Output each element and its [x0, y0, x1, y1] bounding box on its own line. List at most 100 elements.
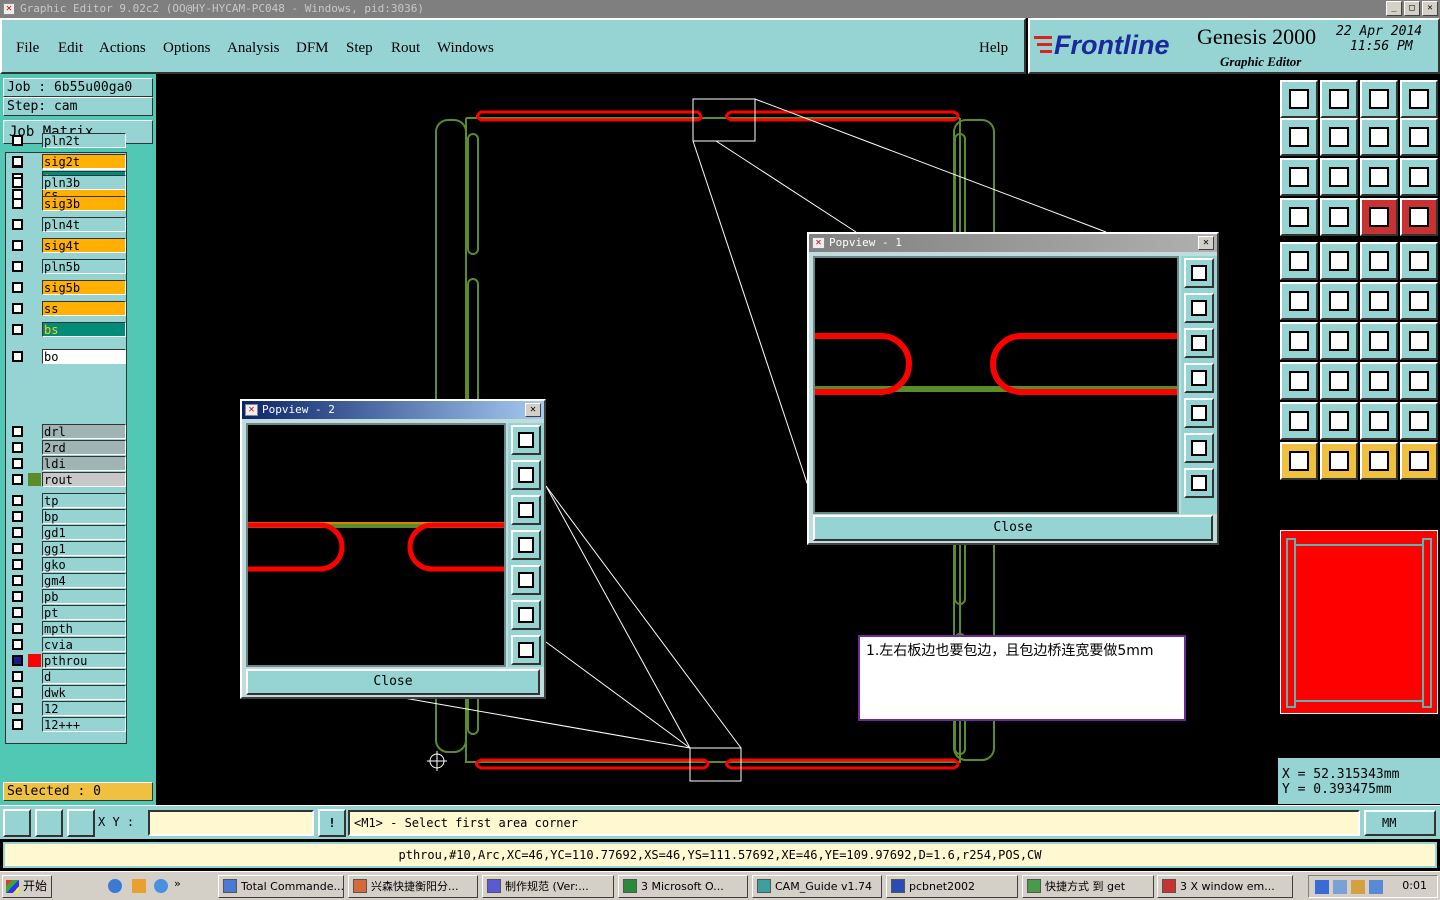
layer-color-swatch[interactable] — [28, 441, 41, 454]
tool-button-3-1-icon[interactable] — [1320, 198, 1358, 236]
popview-tool-icon[interactable] — [1184, 258, 1214, 288]
layer-checkbox[interactable] — [12, 261, 23, 272]
taskbar-item[interactable]: pcbnet2002 — [886, 875, 1018, 898]
menu-options[interactable]: Options — [163, 40, 211, 57]
layer-color-swatch[interactable] — [28, 590, 41, 603]
layer-name[interactable]: pb — [42, 589, 126, 604]
layer-checkbox[interactable] — [12, 198, 23, 209]
popview-1-window[interactable]: ✕ Popview - 1 ✕ Close — [807, 232, 1219, 545]
menu-actions[interactable]: Actions — [99, 40, 146, 57]
layer-color-swatch[interactable] — [28, 473, 41, 486]
tool-button-7-2-icon[interactable] — [1360, 362, 1398, 400]
quicklaunch-icon[interactable] — [58, 877, 88, 896]
layer-checkbox[interactable] — [12, 495, 23, 506]
layer-checkbox[interactable] — [12, 559, 23, 570]
layer-row[interactable]: pln4t — [8, 217, 126, 232]
layer-name[interactable]: cvia — [42, 637, 126, 652]
layer-row[interactable]: mpth — [8, 621, 126, 636]
layer-checkbox[interactable] — [12, 474, 23, 485]
layer-checkbox[interactable] — [12, 607, 23, 618]
tool-button-1-2-icon[interactable] — [1360, 118, 1398, 156]
units-selector[interactable]: MM — [1364, 810, 1436, 836]
layer-name[interactable]: pt — [42, 605, 126, 620]
layer-checkbox[interactable] — [12, 543, 23, 554]
layer-color-swatch[interactable] — [28, 323, 41, 336]
layer-name[interactable]: d — [42, 669, 126, 684]
tool-button-3-3-icon[interactable] — [1400, 198, 1438, 236]
tool-button-8-1-icon[interactable] — [1320, 402, 1358, 440]
popview-tool-icon[interactable] — [511, 495, 541, 525]
layer-checkbox[interactable] — [12, 671, 23, 682]
layer-color-swatch[interactable] — [28, 134, 41, 147]
popview-tool-icon[interactable] — [1184, 363, 1214, 393]
popview-1-canvas[interactable] — [813, 256, 1179, 514]
taskbar-item[interactable]: 制作规范 (Ver:... — [482, 875, 614, 898]
tool-button-4-1-icon[interactable] — [1320, 242, 1358, 280]
layer-row[interactable]: sig3b — [8, 196, 126, 211]
layer-color-swatch[interactable] — [28, 702, 41, 715]
layer-checkbox[interactable] — [12, 219, 23, 230]
popview-tool-icon[interactable] — [1184, 328, 1214, 358]
layer-name[interactable]: bs — [42, 322, 126, 337]
layer-name[interactable]: bo — [42, 349, 126, 364]
layer-color-swatch[interactable] — [28, 654, 41, 667]
layer-color-swatch[interactable] — [28, 558, 41, 571]
layer-checkbox[interactable] — [12, 282, 23, 293]
tool-button-8-2-icon[interactable] — [1360, 402, 1398, 440]
layer-name[interactable]: mpth — [42, 621, 126, 636]
layer-row[interactable]: pt — [8, 605, 126, 620]
layer-name[interactable]: pln2t — [42, 133, 126, 148]
layer-name[interactable]: drl — [42, 424, 126, 439]
layer-row[interactable]: tp — [8, 493, 126, 508]
layer-row[interactable]: gg1 — [8, 541, 126, 556]
popview-tool-icon[interactable] — [511, 565, 541, 595]
menu-rout[interactable]: Rout — [391, 40, 420, 57]
popview-2-titlebar[interactable]: ✕ Popview - 2 ✕ — [242, 401, 544, 419]
layer-color-swatch[interactable] — [28, 281, 41, 294]
tool-button-5-2-icon[interactable] — [1360, 282, 1398, 320]
layer-checkbox[interactable] — [12, 156, 23, 167]
layer-checkbox[interactable] — [12, 527, 23, 538]
measure-icon[interactable] — [35, 809, 63, 837]
tool-button-0-1-icon[interactable] — [1320, 80, 1358, 118]
layer-row[interactable]: pthrou — [8, 653, 126, 668]
layer-name[interactable]: sig3b — [42, 196, 126, 211]
layer-color-swatch[interactable] — [28, 542, 41, 555]
tool-button-9-3-icon[interactable] — [1400, 442, 1438, 480]
popview-tool-icon[interactable] — [1184, 468, 1214, 498]
layer-checkbox[interactable] — [12, 135, 23, 146]
layer-checkbox[interactable] — [12, 442, 23, 453]
layer-checkbox[interactable] — [12, 639, 23, 650]
menu-help[interactable]: Help — [979, 40, 1008, 57]
layer-checkbox[interactable] — [12, 511, 23, 522]
layer-color-swatch[interactable] — [28, 155, 41, 168]
tool-button-9-0-icon[interactable] — [1280, 442, 1318, 480]
tool-button-9-2-icon[interactable] — [1360, 442, 1398, 480]
layer-checkbox[interactable] — [12, 458, 23, 469]
tool-button-2-0-icon[interactable] — [1280, 158, 1318, 196]
xy-input[interactable] — [148, 810, 314, 836]
layer-row[interactable]: pln5b — [8, 259, 126, 274]
layer-row[interactable]: gd1 — [8, 525, 126, 540]
layer-row[interactable]: gm4 — [8, 573, 126, 588]
tool-button-6-0-icon[interactable] — [1280, 322, 1318, 360]
layer-name[interactable]: tp — [42, 493, 126, 508]
taskbar-item[interactable]: CAM_Guide v1.74 — [752, 875, 882, 898]
layer-row[interactable]: bo — [8, 349, 126, 364]
taskbar-item[interactable]: Total Commande... — [218, 875, 344, 898]
tool-button-2-1-icon[interactable] — [1320, 158, 1358, 196]
tool-button-2-2-icon[interactable] — [1360, 158, 1398, 196]
layer-row[interactable]: 12+++ — [8, 717, 126, 732]
layer-row[interactable]: dwk — [8, 685, 126, 700]
monitor-icon[interactable] — [1369, 880, 1383, 894]
layer-checkbox[interactable] — [12, 591, 23, 602]
tool-button-6-3-icon[interactable] — [1400, 322, 1438, 360]
layer-color-swatch[interactable] — [28, 176, 41, 189]
layer-checkbox[interactable] — [12, 177, 23, 188]
layer-row[interactable]: drl — [8, 424, 126, 439]
layer-checkbox[interactable] — [12, 324, 23, 335]
layer-row[interactable]: ss — [8, 301, 126, 316]
layer-name[interactable]: pln4t — [42, 217, 126, 232]
layer-color-swatch[interactable] — [28, 260, 41, 273]
popview-2-close-button[interactable]: Close — [246, 669, 540, 695]
